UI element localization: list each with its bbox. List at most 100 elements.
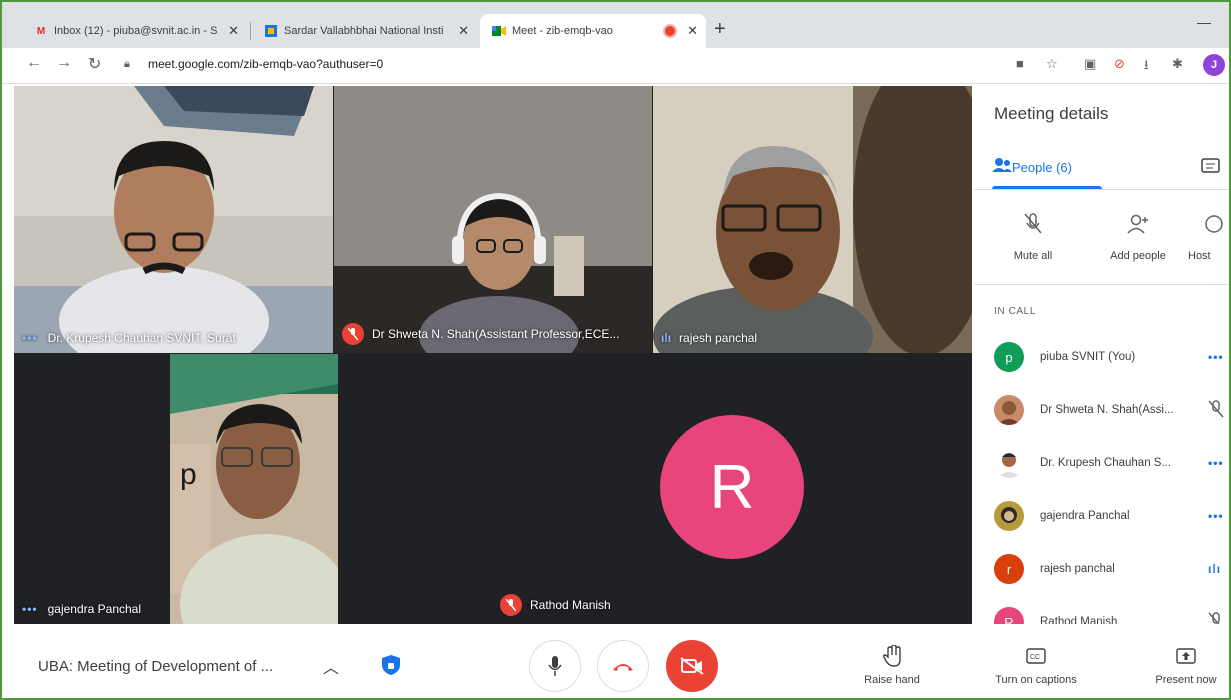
- lock-icon: 🔒︎: [124, 58, 130, 70]
- participant-name: Dr. Krupesh Chauhan SVNIT, Surat: [47, 331, 236, 345]
- forward-icon[interactable]: →: [56, 54, 72, 72]
- avatar: [994, 448, 1024, 478]
- add-people-button[interactable]: Add people: [1093, 206, 1183, 262]
- minimize-icon[interactable]: —: [1197, 14, 1211, 30]
- control-label: Present now: [1155, 674, 1217, 686]
- shield-icon[interactable]: [381, 654, 401, 681]
- participant-label: Rathod Manish: [500, 594, 611, 616]
- add-person-icon: [1120, 206, 1156, 242]
- control-label: Raise hand: [864, 674, 920, 686]
- tab-divider: [250, 22, 251, 40]
- new-tab-button[interactable]: +: [714, 18, 726, 41]
- participant-row[interactable]: Dr Shweta N. Shah(Assi...: [994, 392, 1229, 428]
- chevron-up-icon[interactable]: ︿: [323, 654, 339, 678]
- people-icon: [992, 157, 1012, 178]
- mic-off-icon: [1015, 206, 1051, 242]
- close-icon[interactable]: ✕: [228, 23, 239, 39]
- camera-icon[interactable]: ■: [1016, 56, 1024, 71]
- participant-label: ••• gajendra Panchal: [22, 602, 141, 616]
- participant-row[interactable]: r rajesh panchal ıǀı: [994, 551, 1229, 587]
- tab-title: Meet - zib-emqb-vao: [512, 25, 613, 37]
- download-icon[interactable]: ⭳: [1144, 56, 1149, 78]
- host-controls-button[interactable]: Host: [1188, 206, 1229, 262]
- more-options-icon[interactable]: •••: [22, 602, 38, 616]
- participant-name: Dr Shweta N. Shah(Assi...: [1040, 404, 1174, 416]
- video-tile[interactable]: p: [170, 354, 338, 624]
- hang-up-icon: [613, 664, 633, 671]
- mic-muted-icon: [500, 594, 522, 616]
- star-icon[interactable]: ☆: [1046, 56, 1058, 72]
- svg-text:CC: CC: [1030, 654, 1040, 661]
- tab-svnit[interactable]: Sardar Vallabhbhai National Insti ✕: [252, 14, 477, 48]
- leave-call-button[interactable]: [597, 640, 649, 692]
- action-label: Mute all: [1013, 250, 1053, 262]
- tab-gmail[interactable]: M Inbox (12) - piuba@svnit.ac.in - S ✕: [22, 14, 247, 48]
- extension-icon[interactable]: ▣: [1084, 56, 1096, 72]
- puzzle-icon[interactable]: ✱: [1172, 56, 1183, 72]
- site-icon: [264, 24, 278, 38]
- meet-icon: [492, 24, 506, 38]
- participant-video: [334, 86, 652, 353]
- meeting-details-panel: Meeting details People (6) Mute all Add …: [974, 86, 1229, 637]
- mic-off-icon: [1208, 399, 1224, 421]
- address-bar-row: ← → ↻ 🔒︎ meet.google.com/zib-emqb-vao?au…: [2, 48, 1229, 84]
- participant-video: [14, 86, 333, 353]
- meeting-control-bar: UBA: Meeting of Development of ... ︿ Rai…: [2, 624, 1229, 698]
- profile-avatar[interactable]: J: [1203, 54, 1225, 76]
- participant-label: ıǀı rajesh panchal: [661, 331, 757, 345]
- tab-title: Inbox (12) - piuba@svnit.ac.in - S: [54, 25, 218, 37]
- browser-tab-strip: M Inbox (12) - piuba@svnit.ac.in - S ✕ S…: [2, 2, 1229, 48]
- participant-row[interactable]: Dr. Krupesh Chauhan S... •••: [994, 445, 1229, 481]
- present-icon: [1144, 644, 1228, 668]
- mute-all-button[interactable]: Mute all: [988, 206, 1078, 262]
- raise-hand-button[interactable]: Raise hand: [854, 644, 930, 686]
- host-icon: [1196, 206, 1229, 242]
- participant-avatar: R: [660, 415, 804, 559]
- participant-row[interactable]: p piuba SVNIT (You) •••: [994, 339, 1229, 375]
- microphone-button[interactable]: [529, 640, 581, 692]
- participant-name: Rathod Manish: [530, 598, 611, 612]
- participant-name: piuba SVNIT (You): [1040, 351, 1136, 363]
- tab-meet[interactable]: Meet - zib-emqb-vao ✕: [480, 14, 706, 48]
- more-options-icon[interactable]: •••: [22, 331, 38, 345]
- tab-people[interactable]: People (6): [1012, 160, 1072, 175]
- participant-name: gajendra Panchal: [47, 602, 142, 616]
- svg-text:p: p: [180, 458, 197, 491]
- panel-title: Meeting details: [994, 104, 1109, 123]
- more-options-icon[interactable]: •••: [1208, 456, 1224, 470]
- more-options-icon[interactable]: •••: [1208, 350, 1224, 364]
- video-tile[interactable]: ıǀı rajesh panchal: [653, 86, 972, 353]
- recording-icon: [665, 26, 676, 36]
- close-icon[interactable]: ✕: [687, 23, 698, 39]
- speaking-indicator-icon: ıǀı: [661, 331, 672, 345]
- captions-button[interactable]: CC Turn on captions: [980, 644, 1092, 686]
- divider: [974, 189, 1229, 190]
- video-tile[interactable]: ••• Dr. Krupesh Chauhan SVNIT, Surat: [14, 86, 333, 353]
- video-tile[interactable]: Dr Shweta N. Shah(Assistant Professor,EC…: [334, 86, 652, 353]
- avatar: p: [994, 342, 1024, 372]
- participant-name: rajesh panchal: [1040, 563, 1115, 575]
- back-icon[interactable]: ←: [26, 54, 42, 72]
- video-grid: ••• Dr. Krupesh Chauhan SVNIT, Surat Dr …: [14, 86, 972, 624]
- tab-title: Sardar Vallabhbhai National Insti: [284, 25, 444, 37]
- meeting-title[interactable]: UBA: Meeting of Development of ...: [38, 658, 273, 675]
- participant-name: gajendra Panchal: [1040, 510, 1130, 522]
- speaking-indicator-icon: ıǀı: [1208, 562, 1222, 576]
- participant-name: rajesh panchal: [679, 331, 758, 345]
- participant-video: [653, 86, 972, 353]
- avatar: r: [994, 554, 1024, 584]
- participant-video: p: [170, 354, 338, 624]
- more-options-icon[interactable]: •••: [1208, 509, 1224, 523]
- action-label: Host: [1188, 250, 1211, 262]
- blocker-icon[interactable]: ⊘: [1114, 56, 1125, 72]
- present-now-button[interactable]: Present now: [1144, 644, 1228, 686]
- participant-row[interactable]: gajendra Panchal •••: [994, 498, 1229, 534]
- url-input[interactable]: meet.google.com/zib-emqb-vao?authuser=0: [148, 57, 383, 71]
- reload-icon[interactable]: ↻: [88, 54, 101, 74]
- close-icon[interactable]: ✕: [458, 23, 469, 39]
- avatar: [994, 501, 1024, 531]
- chat-icon[interactable]: [1201, 158, 1221, 179]
- camera-button[interactable]: [666, 640, 718, 692]
- divider: [974, 284, 1229, 285]
- action-label: Add people: [1110, 250, 1166, 262]
